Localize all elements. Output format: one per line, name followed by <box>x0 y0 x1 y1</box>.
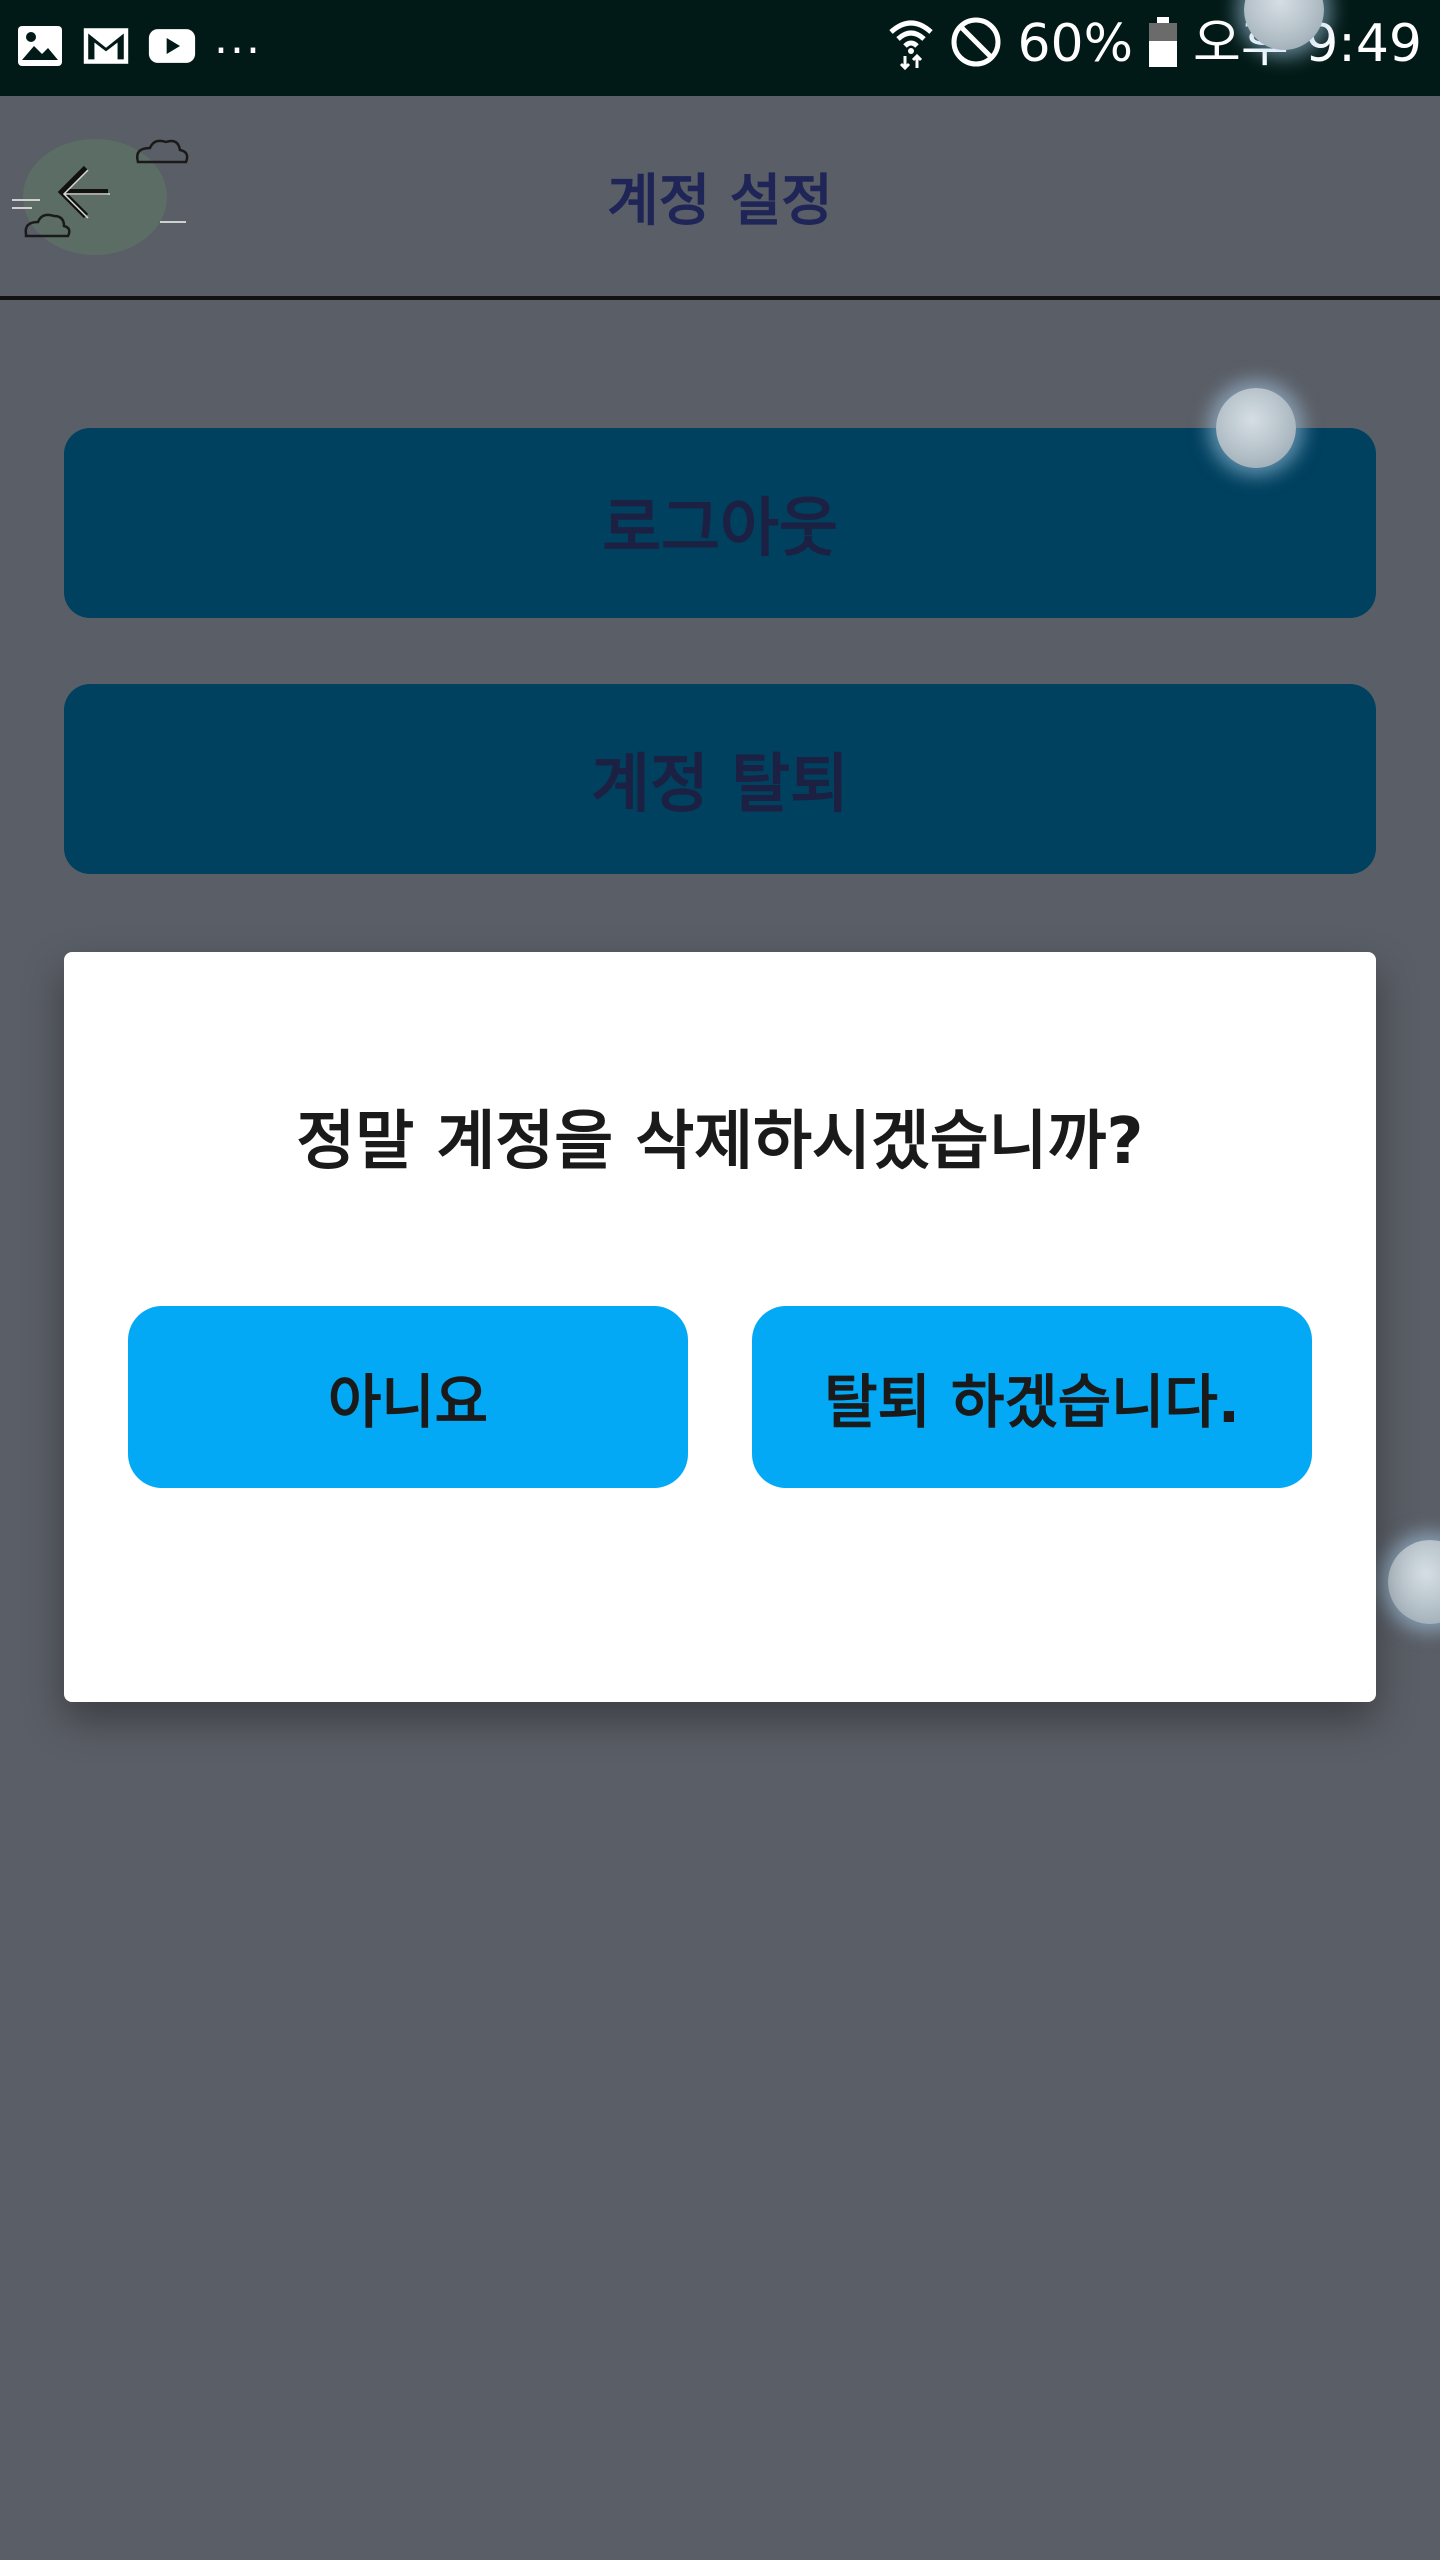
notification-icons: ... <box>16 17 262 70</box>
more-notifications: ... <box>214 13 262 64</box>
confirm-delete-label: 탈퇴 하겠습니다. <box>824 1368 1240 1436</box>
touch-indicator <box>1388 1540 1440 1624</box>
logout-button[interactable]: 로그아웃 <box>64 428 1376 618</box>
battery-icon <box>1147 15 1179 73</box>
system-icons: 60% 오후 9:49 <box>887 14 1422 74</box>
battery-percent: 60% <box>1017 14 1134 74</box>
delete-account-label: 계정 탈퇴 <box>591 748 849 822</box>
delete-account-button[interactable]: 계정 탈퇴 <box>64 684 1376 874</box>
page-title: 계정 설정 <box>607 169 833 234</box>
touch-indicator <box>1216 388 1296 468</box>
confirm-delete-dialog: 정말 계정을 삭제하시겠습니까? 아니요 탈퇴 하겠습니다. <box>64 952 1376 1702</box>
wifi-icon <box>887 14 935 74</box>
gallery-icon <box>16 22 64 70</box>
gmail-icon <box>82 22 130 70</box>
dialog-message: 정말 계정을 삭제하시겠습니까? <box>296 1105 1144 1179</box>
status-bar: ... 60% 오후 9:49 <box>0 0 1440 96</box>
cancel-label: 아니요 <box>327 1368 489 1436</box>
do-not-disturb-icon <box>949 15 1003 73</box>
youtube-icon <box>148 22 196 70</box>
logout-label: 로그아웃 <box>602 492 838 566</box>
app-bar: 계정 설정 <box>0 96 1440 300</box>
cancel-button[interactable]: 아니요 <box>128 1306 688 1488</box>
confirm-delete-button[interactable]: 탈퇴 하겠습니다. <box>752 1306 1312 1488</box>
